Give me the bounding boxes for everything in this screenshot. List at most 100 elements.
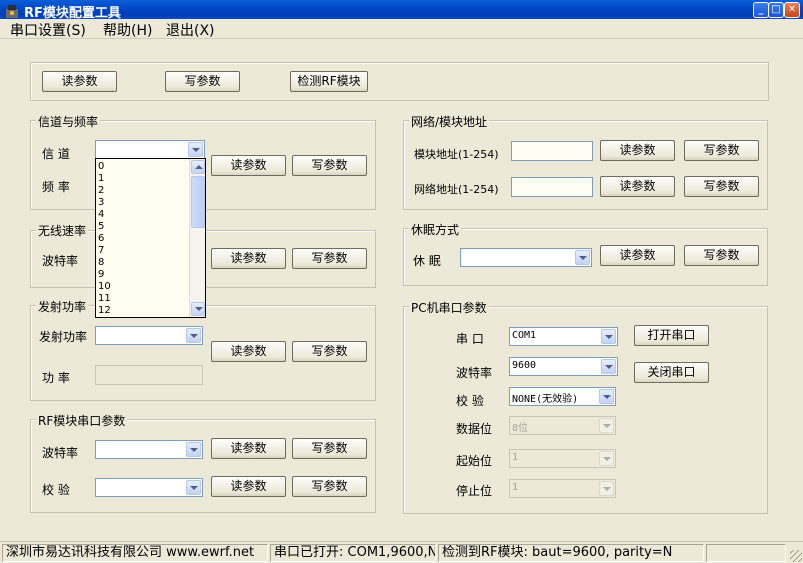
chevron-down-icon[interactable] [601,329,616,344]
maximize-button[interactable]: □ [768,2,784,18]
close-button[interactable]: ✕ [784,2,800,18]
open-port-button[interactable]: 打开串口 [634,325,709,346]
dropdown-scrollbar[interactable] [189,159,205,317]
pc-baud-select[interactable]: 9600 [509,357,618,376]
channel-options: 0 1 2 3 4 5 6 7 8 9 10 11 12 [98,161,111,317]
chevron-down-icon[interactable] [599,389,614,404]
network-address-input[interactable] [511,177,593,197]
write-params-button[interactable]: 写参数 [165,71,240,92]
channel-label: 信 道 [42,147,70,161]
status-detect: 检测到RF模块: baut=9600, parity=N [438,544,704,562]
startbit-value: 1 [512,452,519,463]
status-company: 深圳市易达讯科技有限公司 www.ewrf.net [2,544,268,562]
chevron-down-icon[interactable] [188,142,203,157]
sleep-select[interactable] [460,248,592,267]
databits-label: 数据位 [456,422,493,436]
tx-power-select[interactable] [95,326,203,345]
sleep-write-button[interactable]: 写参数 [684,245,759,266]
sleep-read-button[interactable]: 读参数 [600,245,675,266]
rf-serial-group [30,419,376,513]
tx-power-title: 发射功率 [36,298,89,315]
power-field [95,365,203,385]
channel-option[interactable]: 5 [98,221,111,233]
channel-option[interactable]: 11 [98,293,111,305]
power-write-button[interactable]: 写参数 [292,341,367,362]
status-empty [706,544,786,562]
scroll-up-icon[interactable] [191,160,205,174]
menu-help[interactable]: 帮助(H) [103,20,152,40]
channel-dropdown-list[interactable]: 0 1 2 3 4 5 6 7 8 9 10 11 12 [95,158,206,318]
channel-frequency-title: 信道与频率 [36,113,101,130]
port-select[interactable]: COM1 [509,327,618,346]
channel-option[interactable]: 1 [98,173,111,185]
pc-baud-label: 波特率 [456,366,493,380]
channel-option[interactable]: 9 [98,269,111,281]
chevron-down-icon [599,481,614,496]
title-bar[interactable]: RF模块配置工具 _ □ ✕ [0,0,803,21]
air-baud-label: 波特率 [42,254,79,268]
channel-option[interactable]: 7 [98,245,111,257]
rf-serial-read-button-2[interactable]: 读参数 [211,476,286,497]
scroll-down-icon[interactable] [191,302,205,316]
rf-serial-write-button-1[interactable]: 写参数 [292,438,367,459]
pc-baud-value: 9600 [512,360,537,371]
resize-grip-icon[interactable] [790,550,802,562]
address-title: 网络/模块地址 [409,113,490,130]
rf-baud-label: 波特率 [42,446,79,460]
chevron-down-icon[interactable] [186,480,201,495]
toolbar-group [30,62,769,101]
channel-option[interactable]: 3 [98,197,111,209]
rf-serial-write-button-2[interactable]: 写参数 [292,476,367,497]
scroll-thumb[interactable] [191,176,205,228]
stopbit-select: 1 [509,479,616,498]
frequency-label: 频 率 [42,180,70,194]
detect-rf-module-button[interactable]: 检测RF模块 [290,71,368,92]
chevron-down-icon[interactable] [186,328,201,343]
module-address-label: 模块地址(1-254) [414,148,499,161]
power-label: 功 率 [42,371,70,385]
tx-power-label: 发射功率 [39,330,88,344]
network-address-label: 网络地址(1-254) [414,183,499,196]
rf-serial-read-button-1[interactable]: 读参数 [211,438,286,459]
menu-bar: 串口设置(S) 帮助(H) 退出(X) [0,19,803,39]
status-bar: 深圳市易达讯科技有限公司 www.ewrf.net 串口已打开: COM1,96… [0,541,803,563]
rf-parity-select[interactable] [95,478,203,497]
chevron-down-icon[interactable] [575,250,590,265]
rf-baud-select[interactable] [95,440,203,459]
status-port: 串口已打开: COM1,9600,N [270,544,436,562]
channel-option[interactable]: 4 [98,209,111,221]
channel-option[interactable]: 12 [98,305,111,317]
module-address-input[interactable] [511,141,593,161]
rate-write-button[interactable]: 写参数 [292,248,367,269]
menu-serial-settings[interactable]: 串口设置(S) [10,20,86,40]
menu-exit[interactable]: 退出(X) [166,20,215,40]
channel-read-button[interactable]: 读参数 [211,155,286,176]
port-label: 串 口 [456,332,484,346]
read-params-button[interactable]: 读参数 [42,71,117,92]
module-address-read-button[interactable]: 读参数 [600,140,675,161]
network-address-write-button[interactable]: 写参数 [684,176,759,197]
chevron-down-icon[interactable] [601,359,616,374]
rf-parity-label: 校 验 [42,483,70,497]
channel-select[interactable] [95,140,205,159]
channel-option[interactable]: 0 [98,161,111,173]
pc-parity-select[interactable]: NONE(无效验) [509,387,616,406]
channel-option[interactable]: 2 [98,185,111,197]
stopbit-label: 停止位 [456,484,493,498]
rf-serial-title: RF模块串口参数 [36,412,128,429]
channel-option[interactable]: 8 [98,257,111,269]
close-port-button[interactable]: 关闭串口 [634,362,709,383]
sleep-label: 休 眠 [413,254,441,268]
power-read-button[interactable]: 读参数 [211,341,286,362]
stopbit-value: 1 [512,482,519,493]
pc-parity-value: NONE(无效验) [512,394,579,405]
channel-write-button[interactable]: 写参数 [292,155,367,176]
channel-option[interactable]: 6 [98,233,111,245]
channel-option[interactable]: 10 [98,281,111,293]
rate-read-button[interactable]: 读参数 [211,248,286,269]
chevron-down-icon[interactable] [186,442,201,457]
startbit-label: 起始位 [456,454,493,468]
minimize-button[interactable]: _ [753,2,769,18]
module-address-write-button[interactable]: 写参数 [684,140,759,161]
network-address-read-button[interactable]: 读参数 [600,176,675,197]
